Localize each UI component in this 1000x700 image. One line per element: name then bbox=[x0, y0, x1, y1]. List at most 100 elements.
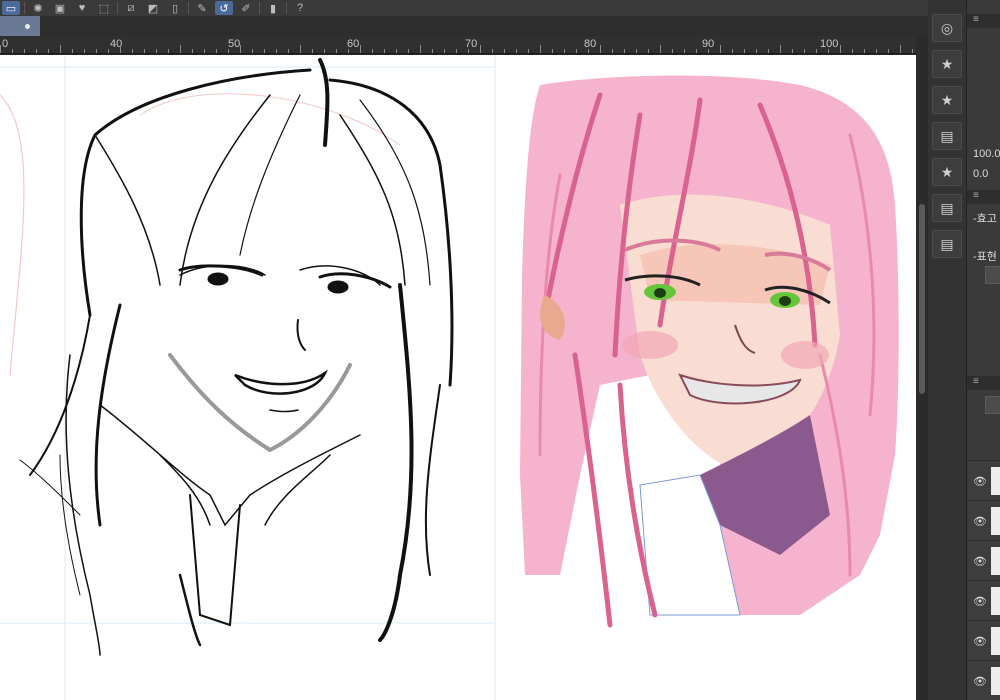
ruler-tick bbox=[756, 49, 757, 53]
canvas-artwork bbox=[0, 55, 899, 700]
ruler-label: 50 bbox=[228, 38, 241, 50]
folder-star-icon[interactable]: ★ bbox=[932, 86, 962, 114]
ruler-tick bbox=[768, 49, 769, 53]
layer-props-icon[interactable]: ▤ bbox=[932, 122, 962, 150]
ruler-tick bbox=[576, 49, 577, 53]
ruler-tick bbox=[816, 49, 817, 53]
ruler-tick bbox=[888, 49, 889, 53]
ruler-tick bbox=[444, 49, 445, 53]
eye-icon[interactable]: 👁 bbox=[973, 675, 987, 688]
canvas-scrollbar[interactable] bbox=[916, 54, 928, 700]
toolbar-divider bbox=[259, 2, 260, 14]
scrollbar-thumb[interactable] bbox=[919, 204, 925, 394]
ruler-tick bbox=[696, 49, 697, 53]
layer-row[interactable]: 👁 bbox=[967, 460, 1000, 500]
eye-icon[interactable]: 👁 bbox=[973, 635, 987, 648]
ruler-tick bbox=[720, 45, 721, 53]
layer-row[interactable]: 👁 bbox=[967, 540, 1000, 580]
layer-thumbnail bbox=[991, 547, 1000, 575]
ruler-tick bbox=[744, 49, 745, 53]
layer-row[interactable]: 👁 bbox=[967, 500, 1000, 540]
ruler-tick bbox=[0, 45, 1, 53]
expression-section-label: -표현 bbox=[973, 251, 997, 263]
transform-icon[interactable]: ⬚ bbox=[95, 1, 113, 15]
ruler-tick bbox=[384, 49, 385, 53]
ruler-tick bbox=[840, 45, 841, 53]
ruler-tick bbox=[432, 49, 433, 53]
expression-color-box[interactable] bbox=[985, 266, 1000, 284]
ruler-tick bbox=[360, 45, 361, 53]
ruler-tick bbox=[456, 49, 457, 53]
ruler-tick bbox=[588, 49, 589, 53]
panel-header: ≡ bbox=[967, 190, 1000, 204]
eye-icon[interactable]: 👁 bbox=[973, 595, 987, 608]
opacity-value: 100.0 bbox=[973, 148, 1000, 160]
layer-tool-button[interactable] bbox=[985, 396, 1000, 414]
layer-thumbnail bbox=[991, 587, 1000, 615]
toolbar-divider bbox=[117, 2, 118, 14]
pen-ruler-icon[interactable]: ✐ bbox=[237, 1, 255, 15]
ruler-tick bbox=[324, 49, 325, 53]
layer-row[interactable]: 👁 bbox=[967, 620, 1000, 660]
ruler-tick bbox=[108, 49, 109, 53]
navigator-icon[interactable]: ◎ bbox=[932, 14, 962, 42]
page-icon[interactable]: ▯ bbox=[166, 1, 184, 15]
sparkle-icon[interactable]: ✺ bbox=[29, 1, 47, 15]
command-bar: ▭ ✺ ▣ ♥ ⬚ ⧄ ◩ ▯ ✎ ↺ ✐ ▮ ? bbox=[0, 0, 930, 16]
layer-row[interactable]: 👁 bbox=[967, 580, 1000, 620]
layer-props-icon[interactable]: ▤ bbox=[932, 230, 962, 258]
horizontal-ruler: 0 40 50 60 70 80 90 100 bbox=[0, 36, 916, 54]
ruler-tick bbox=[192, 49, 193, 53]
ruler-tick bbox=[156, 49, 157, 53]
lasso-icon[interactable]: ↺ bbox=[215, 1, 233, 15]
ruler-tick bbox=[876, 49, 877, 53]
ruler-tick bbox=[600, 45, 601, 53]
phone-icon[interactable]: ▮ bbox=[264, 1, 282, 15]
drawing-canvas[interactable] bbox=[0, 55, 916, 700]
ruler-tick bbox=[264, 49, 265, 53]
ruler-tick bbox=[120, 45, 121, 53]
ruler-tick bbox=[204, 49, 205, 53]
ruler-tick bbox=[552, 49, 553, 53]
panel-icon-column: ◎ ★ ★ ▤ ★ ▤ ▤ bbox=[928, 0, 966, 700]
panel-header: ≡ bbox=[967, 14, 1000, 28]
ruler-tick bbox=[732, 49, 733, 53]
eye-icon[interactable]: 👁 bbox=[973, 515, 987, 528]
heart-fill-icon[interactable]: ♥ bbox=[73, 1, 91, 15]
star-icon[interactable]: ★ bbox=[932, 50, 962, 78]
layer-props-icon[interactable]: ▤ bbox=[932, 194, 962, 222]
document-tab[interactable] bbox=[0, 16, 40, 36]
ruler-tick bbox=[336, 49, 337, 53]
ruler-tick bbox=[900, 45, 901, 53]
ruler-tick bbox=[216, 49, 217, 53]
toolbar-divider bbox=[24, 2, 25, 14]
ruler-tick bbox=[396, 49, 397, 53]
ruler-tick bbox=[84, 49, 85, 53]
ruler-tick bbox=[672, 49, 673, 53]
layer-stack-icon[interactable]: ▣ bbox=[51, 1, 69, 15]
ruler-label: 0 bbox=[2, 38, 9, 50]
color-sketch bbox=[520, 75, 899, 628]
folder-star-icon[interactable]: ★ bbox=[932, 158, 962, 186]
line-pattern-icon[interactable]: ⧄ bbox=[122, 1, 140, 15]
layer-icon[interactable]: ▭ bbox=[2, 1, 20, 15]
ruler-tick bbox=[684, 49, 685, 53]
ruler-tick bbox=[348, 49, 349, 53]
ruler-tick bbox=[852, 49, 853, 53]
ruler-tick bbox=[420, 45, 421, 53]
document-tabs bbox=[0, 16, 930, 36]
pen-check-icon[interactable]: ✎ bbox=[193, 1, 211, 15]
ruler-label: 80 bbox=[584, 38, 597, 50]
ruler-tick bbox=[480, 45, 481, 53]
ruler-tick bbox=[372, 49, 373, 53]
eye-icon[interactable]: 👁 bbox=[973, 475, 987, 488]
ruler-label: 100 bbox=[820, 38, 839, 50]
layer-row[interactable]: 👁 bbox=[967, 660, 1000, 700]
gradient-icon[interactable]: ◩ bbox=[144, 1, 162, 15]
ruler-tick bbox=[564, 49, 565, 53]
ruler-tick bbox=[168, 49, 169, 53]
ruler-tick bbox=[408, 49, 409, 53]
help-icon[interactable]: ? bbox=[291, 1, 309, 15]
ruler-tick bbox=[180, 45, 181, 53]
eye-icon[interactable]: 👁 bbox=[973, 555, 987, 568]
